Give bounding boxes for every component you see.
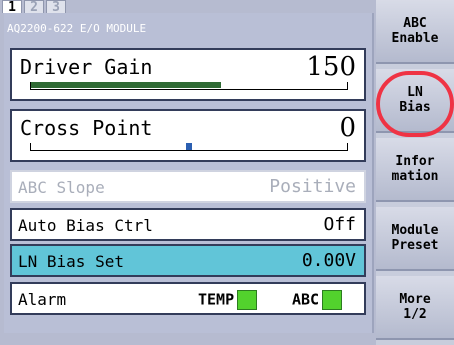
- abc-slope-row: ABC Slope Positive: [10, 170, 366, 203]
- cross-point-value: 0: [339, 113, 356, 143]
- abc-alarm-lamp-icon: [322, 290, 343, 310]
- softkey-sidebar: ABC Enable LN Bias Infor mation Module P…: [376, 0, 454, 345]
- driver-gain-bar-fill: [31, 82, 221, 88]
- temp-alarm: TEMP: [198, 290, 258, 310]
- cross-point-field[interactable]: Cross Point 0: [10, 109, 366, 162]
- driver-gain-bar: [30, 82, 348, 90]
- abc-enable-button[interactable]: ABC Enable: [376, 0, 454, 64]
- auto-bias-ctrl-row[interactable]: Auto Bias Ctrl Off: [10, 208, 366, 241]
- information-button[interactable]: Infor mation: [376, 138, 454, 202]
- ln-bias-set-label: LN Bias Set: [18, 252, 124, 271]
- temp-alarm-label: TEMP: [198, 290, 235, 309]
- auto-bias-ctrl-label: Auto Bias Ctrl: [18, 216, 153, 235]
- driver-gain-value: 150: [306, 52, 356, 82]
- ln-bias-set-row[interactable]: LN Bias Set 0.00V: [10, 244, 366, 277]
- auto-bias-ctrl-value: Off: [323, 214, 356, 235]
- module-title: AQ2200-622 E/O MODULE: [7, 22, 147, 35]
- ln-bias-set-value: 0.00V: [301, 250, 356, 271]
- abc-alarm: ABC: [292, 290, 343, 310]
- temp-alarm-lamp-icon: [237, 290, 258, 310]
- cross-point-label: Cross Point: [20, 116, 153, 140]
- abc-slope-value: Positive: [269, 176, 356, 197]
- alarm-label: Alarm: [18, 290, 67, 309]
- abc-alarm-label: ABC: [292, 290, 320, 309]
- cross-point-marker: [186, 143, 192, 150]
- driver-gain-field[interactable]: Driver Gain 150: [10, 48, 366, 101]
- module-preset-button[interactable]: Module Preset: [376, 207, 454, 271]
- tab-2[interactable]: 2: [24, 0, 44, 14]
- cross-point-bar: [30, 143, 348, 151]
- driver-gain-label: Driver Gain: [20, 55, 153, 79]
- ln-bias-highlight-ring: [376, 71, 454, 137]
- alarm-row: Alarm TEMP ABC: [10, 282, 366, 315]
- more-button[interactable]: More 1/2: [376, 276, 454, 340]
- tab-1[interactable]: 1: [2, 0, 22, 14]
- abc-slope-label: ABC Slope: [18, 178, 105, 197]
- tab-3[interactable]: 3: [46, 0, 66, 14]
